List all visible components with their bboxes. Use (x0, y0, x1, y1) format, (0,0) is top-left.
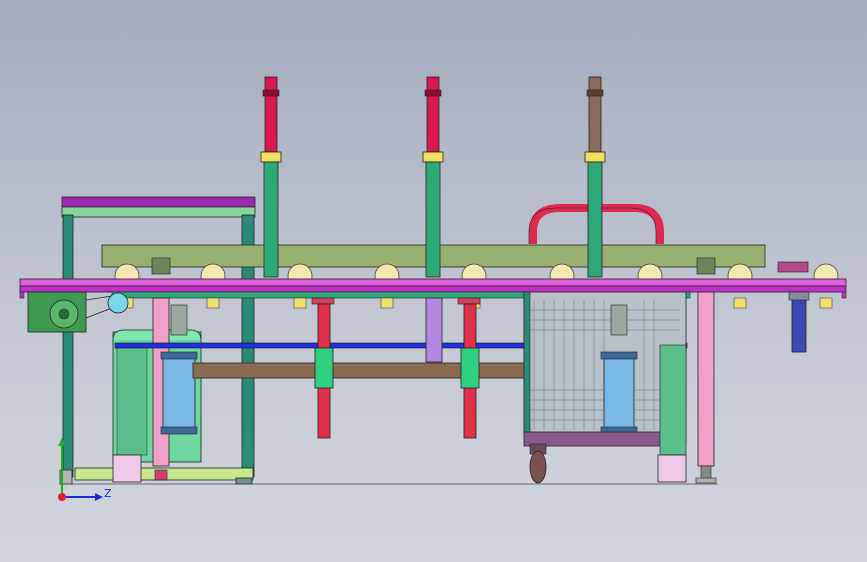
hanger-sleeve (314, 347, 334, 389)
lift-housing-ribs (116, 344, 148, 456)
column-body (587, 161, 603, 278)
roller-cap (206, 297, 220, 309)
roller-cap (293, 297, 307, 309)
left-foot-block (112, 454, 142, 483)
cylinder-cap-top (160, 351, 198, 360)
column-rod-top (588, 76, 602, 153)
column-collar (424, 89, 442, 97)
z-axis-label: Z (104, 487, 112, 500)
right-ribbed-housing (659, 344, 687, 456)
cylinder-mount (170, 304, 188, 336)
pink-post-foot (154, 469, 168, 481)
cad-viewport[interactable]: Z (0, 0, 867, 562)
triad-origin (58, 493, 66, 501)
drive-motor (27, 291, 129, 333)
right-leveling-foot (695, 477, 717, 484)
left-frame-foot (235, 477, 253, 485)
conveyor-belt (19, 278, 847, 287)
right-cylinder-cap-top (600, 351, 638, 360)
caster-tire (529, 450, 547, 484)
column-collar (586, 89, 604, 97)
cylinder-body (162, 356, 196, 430)
left-frame-top-rail (61, 196, 256, 208)
column-rod-top (264, 76, 278, 153)
end-drive-cap (788, 291, 810, 301)
end-drive-shaft (791, 291, 807, 353)
lifting-column-1 (260, 76, 282, 278)
z-axis-arrow (95, 493, 103, 501)
lifting-column-3 (584, 76, 606, 278)
column-clamp (422, 151, 444, 163)
conveyor-end-tab-left (19, 291, 25, 299)
cylinder-cap-bottom (160, 426, 198, 435)
hanger-cap (457, 297, 481, 305)
right-cabinet (523, 291, 687, 483)
left-frame-post-outer (62, 214, 74, 478)
lavender-post (425, 297, 443, 363)
right-pink-post (697, 291, 715, 467)
hanger-sleeve (460, 347, 480, 389)
column-clamp (260, 151, 282, 163)
conveyor-end-tab-right (841, 291, 847, 299)
conveyor-belt-lower (19, 285, 847, 293)
left-lift-unit (112, 297, 202, 483)
column-clamp (584, 151, 606, 163)
column-body (263, 161, 279, 278)
drive-pulley (107, 292, 129, 314)
column-rod-top (426, 76, 440, 153)
roller-cap (819, 297, 833, 309)
end-bracket (777, 261, 809, 273)
cabinet-edge-left (523, 291, 531, 435)
hanger-cap (311, 297, 335, 305)
right-cylinder-body (603, 356, 635, 430)
lifting-column-2 (422, 76, 444, 278)
column-body (425, 161, 441, 278)
left-frame-top-beam (61, 206, 256, 218)
caster-wheel (529, 443, 547, 484)
right-cylinder-mount (610, 304, 628, 336)
right-foot-block (657, 454, 687, 483)
motor-hub (58, 308, 70, 320)
plate-bracket-left (151, 257, 171, 275)
column-collar (262, 89, 280, 97)
conveyor-assembly-drawing (19, 76, 847, 501)
roller-cap (733, 297, 747, 309)
plate-bracket-right (696, 257, 716, 275)
roller-cap (380, 297, 394, 309)
